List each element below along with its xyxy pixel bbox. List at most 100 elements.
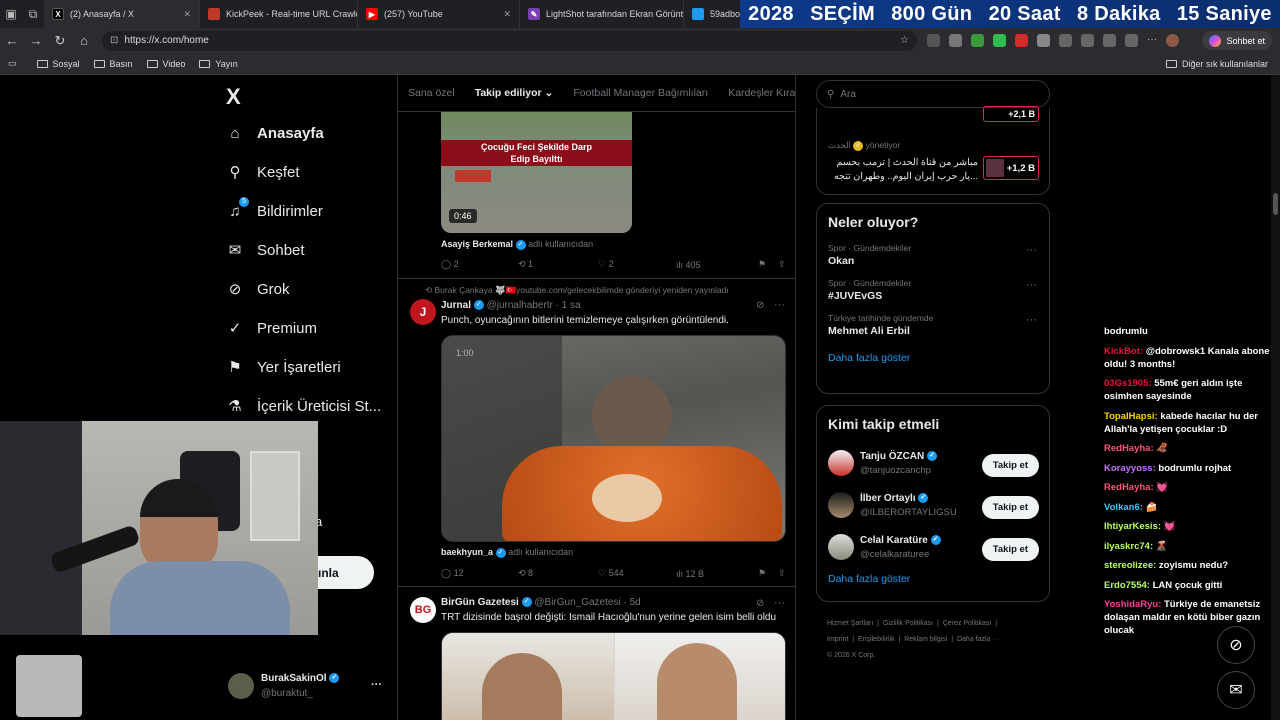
- author-handle[interactable]: @jurnalhabertr: [487, 300, 553, 311]
- show-more-link[interactable]: Daha fazla göster: [828, 573, 1038, 585]
- more-options-icon[interactable]: ···: [1026, 244, 1037, 256]
- more-options-icon[interactable]: ···: [1026, 279, 1037, 291]
- page-scrollbar[interactable]: [1271, 75, 1280, 720]
- avatar[interactable]: [828, 450, 854, 476]
- live-spaces-card[interactable]: +2,1 B الحدث ✓ yönetiyor مباشر من قناة ا…: [816, 106, 1050, 195]
- extension-icon[interactable]: [971, 34, 984, 47]
- tab-football-manager[interactable]: Football Manager Bağımlıları: [563, 87, 718, 99]
- footer-link[interactable]: Imprint: [827, 636, 848, 643]
- close-tab-icon[interactable]: ✕: [497, 9, 511, 20]
- trend-item[interactable]: Türkiye tarihinde gündemde Mehmet Ali Erb…: [817, 310, 1049, 345]
- profile-more-icon[interactable]: ···: [371, 679, 382, 691]
- tab-59adbow[interactable]: 59adbow: [684, 0, 744, 28]
- bookmark-folder[interactable]: Sosyal: [36, 59, 80, 69]
- views-button[interactable]: ılı 405: [676, 260, 758, 270]
- like-button[interactable]: ♡ 544: [598, 568, 676, 579]
- tab-kickpeek[interactable]: KickPeek - Real-time URL Crawler ✕: [200, 0, 358, 28]
- share-icon[interactable]: ⇧: [778, 568, 786, 579]
- tagged-name[interactable]: Asayiş Berkemal: [441, 239, 513, 249]
- tab-lightshot[interactable]: ✎ LightShot tarafından Ekran Görünt ✕: [520, 0, 684, 28]
- site-info-icon[interactable]: ⊡: [110, 35, 118, 46]
- avatar[interactable]: [828, 534, 854, 560]
- show-more-link[interactable]: Daha fazla göster: [828, 352, 1038, 364]
- sidebar-item-notifications[interactable]: ♫ 5 Bildirimler: [226, 197, 323, 220]
- more-options-icon[interactable]: ···: [774, 597, 785, 609]
- bookmarks-menu-icon[interactable]: ▭: [8, 58, 17, 69]
- tab-following[interactable]: Takip ediliyor ⌄: [465, 87, 564, 99]
- collections-icon[interactable]: [1125, 34, 1138, 47]
- views-button[interactable]: ılı 12 B: [676, 569, 758, 579]
- profile-name[interactable]: BurakSakinOl ✓: [261, 673, 340, 684]
- post-time[interactable]: · 5d: [623, 597, 640, 608]
- tagged-name[interactable]: baekhyun_a: [441, 547, 493, 557]
- profile-avatar[interactable]: [1166, 34, 1179, 47]
- bookmark-icon[interactable]: ⚑: [758, 259, 778, 270]
- extension-icon[interactable]: [1037, 34, 1050, 47]
- sidebar-item-explore[interactable]: ⚲ Keşfet: [226, 163, 300, 182]
- follow-button[interactable]: Takip et: [981, 454, 1039, 477]
- grok-floating-button[interactable]: ⊘: [1217, 626, 1255, 664]
- avatar[interactable]: [828, 492, 854, 518]
- grok-icon[interactable]: ⊘: [756, 598, 764, 609]
- tab-kardesler[interactable]: Kardeşler Kıra: [718, 87, 795, 99]
- follow-button[interactable]: Takip et: [981, 496, 1039, 519]
- bookmark-folder[interactable]: Yayın: [199, 59, 238, 69]
- x-logo[interactable]: X: [226, 84, 241, 110]
- footer-link[interactable]: Çerez Politikası: [943, 620, 992, 627]
- follow-suggestion[interactable]: Celal Karatüre ✓ @celalkaraturee Takip et: [817, 526, 1049, 568]
- like-button[interactable]: ♡ 2: [598, 259, 676, 270]
- tab-actions-icon[interactable]: ⧉: [22, 0, 44, 28]
- bookmark-folder[interactable]: Video: [146, 59, 185, 69]
- jurnal-avatar[interactable]: J: [410, 299, 436, 325]
- post-image[interactable]: [441, 632, 786, 720]
- grok-icon[interactable]: ⊘: [756, 300, 764, 311]
- follow-suggestion[interactable]: İlber Ortaylı ✓ @ILBERORTAYLIGSU Takip et: [817, 484, 1049, 526]
- footer-link[interactable]: Daha fazla ···: [957, 636, 999, 643]
- messages-floating-button[interactable]: ✉: [1217, 671, 1255, 709]
- profile-switcher-icon[interactable]: ▣: [0, 0, 22, 28]
- other-bookmarks[interactable]: Diğer sık kullanılanlar: [1165, 59, 1268, 69]
- sidebar-item-messages[interactable]: ✉ Sohbet: [226, 241, 305, 260]
- repost-button[interactable]: ⟲ 8: [518, 568, 598, 579]
- browser-essentials-icon[interactable]: [1103, 34, 1116, 47]
- tab-youtube[interactable]: ▶ (257) YouTube ✕: [358, 0, 520, 28]
- forward-icon[interactable]: →: [24, 33, 48, 48]
- share-icon[interactable]: ⇧: [778, 259, 786, 270]
- footer-link[interactable]: Reklam bilgisi: [904, 636, 947, 643]
- copilot-chat-button[interactable]: Sohbet et: [1202, 31, 1272, 50]
- more-options-icon[interactable]: ···: [774, 299, 785, 311]
- sidebar-item-premium[interactable]: ✓ Premium: [226, 319, 317, 338]
- birgun-avatar[interactable]: BG: [410, 597, 436, 623]
- search-input[interactable]: ⚲ Ara: [816, 80, 1050, 108]
- sidebar-item-creator-studio[interactable]: ⚗ İçerik Üreticisi St...: [226, 397, 381, 416]
- footer-link[interactable]: Erişilebilirlik: [858, 636, 895, 643]
- split-screen-icon[interactable]: [1059, 34, 1072, 47]
- trend-item[interactable]: Spor · Gündemdekiler Okan ···: [817, 240, 1049, 275]
- scrollbar-thumb[interactable]: [1273, 193, 1278, 215]
- follow-button[interactable]: Takip et: [981, 538, 1039, 561]
- bookmark-icon[interactable]: ⚑: [758, 568, 778, 579]
- trend-item[interactable]: Spor · Gündemdekiler #JUVEvGS ···: [817, 275, 1049, 310]
- extension-icon[interactable]: [1015, 34, 1028, 47]
- footer-link[interactable]: Gizlilik Politikası: [883, 620, 933, 627]
- more-icon[interactable]: ···: [1147, 34, 1157, 47]
- footer-link[interactable]: Hizmet Şartları: [827, 620, 873, 627]
- home-browser-icon[interactable]: ⌂: [72, 33, 96, 48]
- close-tab-icon[interactable]: ✕: [177, 9, 191, 20]
- author-name[interactable]: Jurnal: [441, 300, 471, 311]
- reply-button[interactable]: ◯ 2: [441, 259, 518, 270]
- sidebar-item-bookmarks[interactable]: ⚑ Yer İşaretleri: [226, 358, 340, 377]
- more-options-icon[interactable]: ···: [1026, 314, 1037, 326]
- extension-icon[interactable]: [993, 34, 1006, 47]
- author-name[interactable]: BirGün Gazetesi: [441, 597, 519, 608]
- post-time[interactable]: · 1 sa: [556, 300, 581, 311]
- post-video[interactable]: 1:00: [441, 335, 786, 542]
- post-video-thumbnail[interactable]: Çocuğu Feci Şekilde Darp Edip Bayılttı 0…: [441, 112, 632, 233]
- tab-x-home[interactable]: X (2) Anasayfa / X ✕: [44, 0, 200, 28]
- address-input[interactable]: ⊡ https://x.com/home ☆: [102, 30, 917, 51]
- favorites-icon[interactable]: [1081, 34, 1094, 47]
- favorite-star-icon[interactable]: ☆: [900, 35, 909, 46]
- extension-icon[interactable]: [927, 34, 940, 47]
- author-handle[interactable]: @BirGun_Gazetesi: [534, 597, 620, 608]
- repost-button[interactable]: ⟲ 1: [518, 259, 598, 270]
